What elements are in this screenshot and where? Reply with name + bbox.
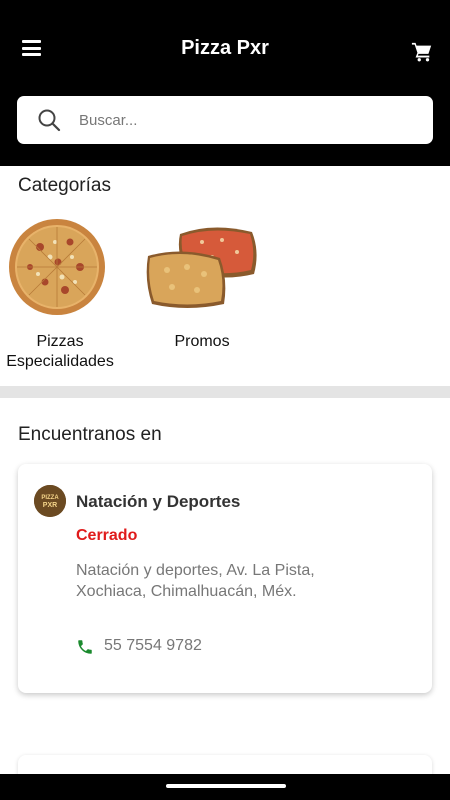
phone-icon (78, 640, 92, 654)
store-address: Natación y deportes, Av. La Pista, Xochi… (76, 562, 315, 600)
logo-text-top: PIZZA (41, 495, 59, 501)
categories-title: Categorías (18, 175, 111, 196)
search-input[interactable] (79, 96, 419, 144)
category-label: Pizzas Especialidades (6, 333, 114, 370)
search-icon (38, 109, 61, 132)
app-title: Pizza Pxr (181, 37, 269, 59)
store-name: Natación y Deportes (76, 492, 241, 511)
whole-pizza-image (9, 219, 105, 315)
two-square-pizzas-image (146, 227, 257, 308)
store-status: Cerrado (76, 527, 138, 544)
category-pizzas-especialidades[interactable]: Pizzas Especialidades (0, 212, 120, 372)
logo-text-bottom: PXR (43, 502, 57, 509)
search-bar (17, 96, 433, 144)
store-logo: PIZZA PXR (34, 485, 66, 517)
shopping-cart-icon[interactable] (411, 41, 433, 63)
store-phone[interactable]: 55 7554 9782 (104, 637, 202, 655)
find-us-title: Encuentranos en (18, 424, 162, 445)
app-header: Pizza Pxr (0, 0, 450, 166)
home-indicator[interactable] (166, 784, 286, 788)
category-promos[interactable]: Promos (142, 212, 262, 352)
store-card[interactable]: PIZZA PXR Natación y Deportes Cerrado Na… (18, 464, 432, 693)
category-label: Promos (174, 333, 230, 350)
section-divider (0, 386, 450, 398)
